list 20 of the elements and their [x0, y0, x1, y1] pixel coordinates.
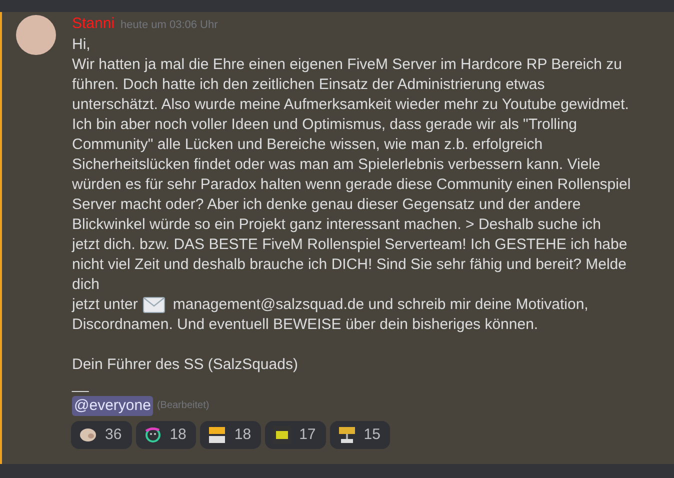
- message-text: __: [72, 375, 90, 395]
- emoji-icon: [338, 426, 356, 444]
- reaction-button[interactable]: 15: [330, 421, 390, 449]
- timestamp: heute um 03:06 Uhr: [120, 18, 218, 33]
- message-text: Discordnamen. Und eventuell BEWEISE über dein bisheriges können.: [72, 315, 540, 335]
- reaction-button[interactable]: 18: [136, 421, 196, 449]
- emoji-icon: [144, 426, 162, 444]
- envelope-icon: [142, 297, 165, 313]
- emoji-icon: [79, 426, 97, 444]
- emoji-icon: [208, 426, 226, 444]
- reaction-button[interactable]: 18: [200, 421, 262, 449]
- message-text: jetzt unter: [72, 295, 138, 315]
- message-text: management@salzsquad.de und schreib mir deine Motivation,: [172, 295, 588, 315]
- avatar[interactable]: [16, 15, 56, 55]
- message-text: Hi,: [72, 35, 92, 55]
- mention[interactable]: @everyone: [72, 396, 153, 416]
- edited-label: (Bearbeitet): [156, 399, 210, 413]
- message-text: Dein Führer des SS (SalzSquads): [72, 355, 299, 375]
- reaction-button[interactable]: 36: [71, 421, 132, 449]
- reaction-button[interactable]: 17: [265, 421, 326, 449]
